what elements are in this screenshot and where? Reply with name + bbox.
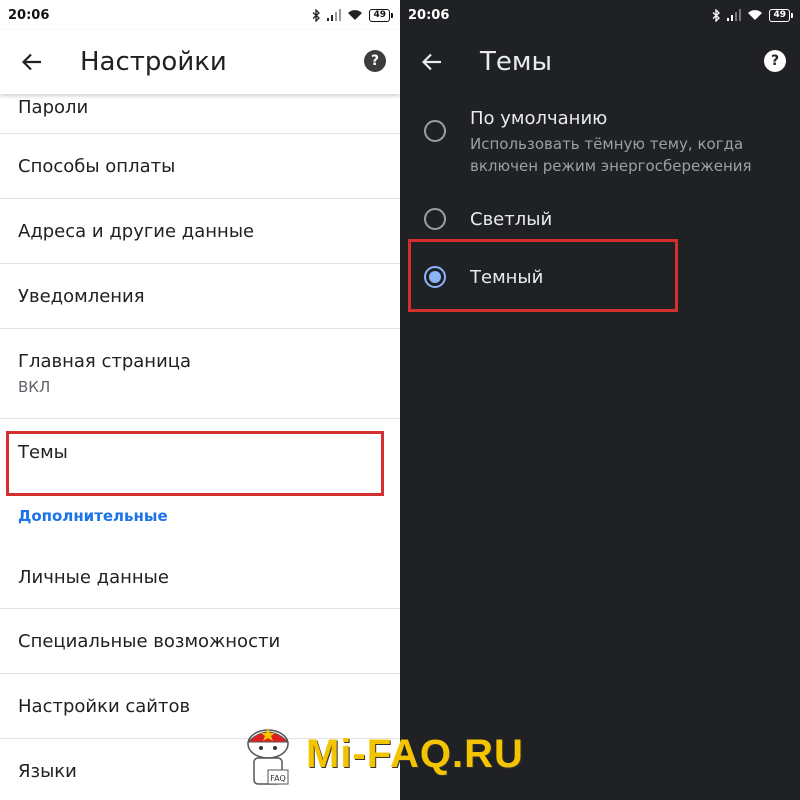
settings-item-payment[interactable]: Способы оплаты (0, 134, 400, 199)
bunny-mascot-logo: FAQ (246, 728, 290, 785)
arrow-left-icon (22, 53, 41, 71)
bluetooth-icon (313, 8, 321, 22)
status-bar: 20:06 49 (0, 0, 400, 30)
help-icon: ? (770, 53, 780, 69)
settings-item-addresses[interactable]: Адреса и другие данные (0, 199, 400, 264)
badge-text: FAQ (270, 774, 286, 783)
option-label: По умолчанию (470, 108, 608, 129)
bluetooth-icon (713, 8, 721, 22)
settings-screen: 20:06 49 Настройки ? Пароли Способы опла… (0, 0, 400, 800)
item-label: Пароли (18, 97, 89, 118)
brand-text: Mi-FAQ.RU (306, 731, 524, 776)
page-title: Темы (480, 47, 553, 77)
themes-screen: 20:06 49 Темы ? По умолчанию Использоват… (400, 0, 800, 800)
battery-indicator: 49 (769, 8, 793, 22)
status-time: 20:06 (408, 7, 450, 23)
item-label: Уведомления (18, 285, 145, 307)
watermark: FAQ Mi-FAQ.RU (238, 720, 524, 788)
settings-item-notifications[interactable]: Уведомления (0, 264, 400, 329)
theme-option-default[interactable]: По умолчанию Использовать тёмную тему, к… (400, 94, 800, 190)
arrow-left-icon (422, 53, 441, 71)
wifi-icon (748, 10, 763, 20)
radio-button[interactable] (424, 208, 446, 230)
battery-indicator: 49 (369, 8, 393, 22)
signal-icon (327, 9, 342, 21)
status-bar: 20:06 49 (400, 0, 800, 30)
page-title: Настройки (80, 47, 227, 77)
settings-item-personal-data[interactable]: Личные данные (0, 546, 400, 609)
settings-item-homepage[interactable]: Главная страница ВКЛ (0, 329, 400, 419)
settings-app-bar: Настройки ? (0, 30, 400, 94)
wifi-icon (348, 10, 363, 20)
highlight-box-themes (6, 431, 384, 496)
option-description: Использовать тёмную тему, когда включен … (470, 135, 752, 175)
signal-icon (727, 9, 742, 21)
option-label: Светлый (470, 208, 553, 230)
item-sublabel: ВКЛ (18, 378, 51, 396)
item-label: Способы оплаты (18, 155, 176, 177)
back-button[interactable] (0, 30, 64, 94)
status-time: 20:06 (8, 7, 50, 23)
item-label: Настройки сайтов (18, 695, 191, 717)
back-button[interactable] (400, 30, 464, 94)
item-label: Адреса и другие данные (18, 220, 255, 242)
help-button[interactable]: ? (364, 50, 386, 72)
settings-item-accessibility[interactable]: Специальные возможности (0, 609, 400, 674)
help-icon: ? (370, 53, 380, 69)
highlight-box-dark (408, 239, 678, 312)
radio-button[interactable] (424, 120, 446, 142)
help-button[interactable]: ? (764, 50, 786, 72)
item-label: Личные данные (18, 566, 169, 588)
item-label: Специальные возможности (18, 630, 281, 652)
themes-app-bar: Темы ? (400, 30, 800, 94)
item-label: Главная страница (18, 351, 192, 372)
